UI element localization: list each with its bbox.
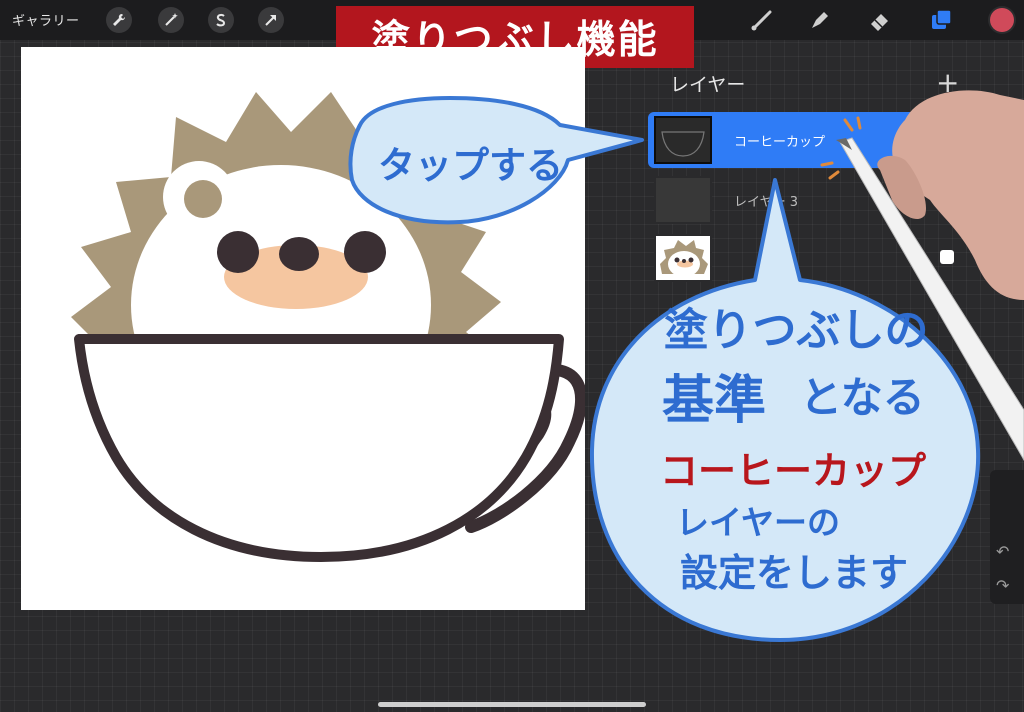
explanation-line2a: 基準 <box>662 371 766 431</box>
explanation-line1: 塗りつぶしの <box>664 305 928 356</box>
explanation-line5: 設定をします <box>680 551 908 595</box>
explanation-line4: レイヤーの <box>676 503 840 542</box>
explanation-line3: コーヒーカップ <box>660 449 926 493</box>
explanation-line2b: となる <box>800 373 925 422</box>
tap-callout: タップする <box>348 96 644 225</box>
annotation-overlay: タップする 塗りつぶしの 基準 となる コーヒーカップ レイヤーの 設定をします <box>348 90 1024 642</box>
home-indicator[interactable] <box>378 702 646 707</box>
tap-callout-text: タップする <box>378 144 563 187</box>
